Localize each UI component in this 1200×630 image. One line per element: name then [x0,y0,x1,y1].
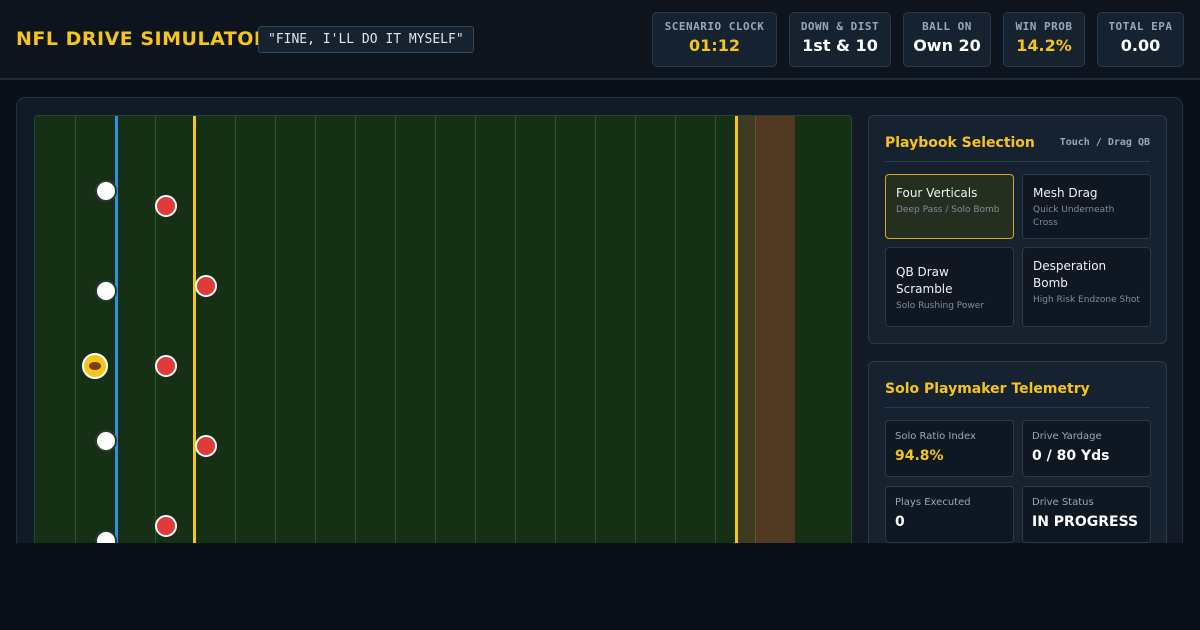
play-desperation-bomb[interactable]: Desperation Bomb High Risk Endzone Shot [1022,247,1151,327]
yard-line [435,116,436,554]
play-four-verticals[interactable]: Four Verticals Deep Pass / Solo Bomb [885,174,1014,239]
playbook-panel: Playbook Selection Touch / Drag QB Four … [868,115,1167,344]
play-description: Deep Pass / Solo Bomb [896,205,1000,215]
stat-down-distance: DOWN & DIST 1st & 10 [789,12,891,67]
offense-player [95,280,117,302]
playbook-header: Playbook Selection Touch / Drag QB [885,116,1150,162]
first-down-line [193,116,196,554]
goal-area [738,116,755,554]
end-zone [755,116,795,554]
metric-label: Drive Yardage [1032,431,1102,442]
metric-label: Drive Status [1032,497,1094,508]
defense-player [195,435,217,457]
yard-line [635,116,636,554]
stat-ball-on: BALL ON Own 20 [903,12,991,67]
metric-plays-executed: Plays Executed 0 [885,486,1014,543]
stat-value: 01:12 [689,36,740,55]
stat-label: TOTAL EPA [1108,20,1173,33]
play-mesh-drag[interactable]: Mesh Drag Quick Underneath Cross [1022,174,1151,239]
offense-player [95,430,117,452]
metric-label: Solo Ratio Index [895,431,976,442]
yard-line [155,116,156,554]
telemetry-header: Solo Playmaker Telemetry [885,362,1150,408]
yard-line [315,116,316,554]
yard-line [515,116,516,554]
yard-line [715,116,716,554]
stat-value: 0.00 [1120,36,1161,55]
play-description: High Risk Endzone Shot [1033,295,1140,305]
defense-player [155,355,177,377]
yard-line [675,116,676,554]
yard-line [75,116,76,554]
defense-player [155,195,177,217]
app-title: NFL DRIVE SIMULATOR [16,28,270,50]
stat-label: WIN PROB [1015,20,1073,33]
line-of-scrimmage [115,116,118,554]
quarterback-token[interactable] [82,353,108,379]
yard-line [355,116,356,554]
play-description: Quick Underneath Cross [1033,205,1115,228]
play-name: QB Draw Scramble [896,265,953,296]
stat-win-prob: WIN PROB 14.2% [1003,12,1085,67]
stat-value: 14.2% [1016,36,1072,55]
yard-line [555,116,556,554]
stat-label: BALL ON [922,20,972,33]
metric-value: IN PROGRESS [1032,514,1139,530]
yard-line [595,116,596,554]
stat-scenario-clock: SCENARIO CLOCK 01:12 [652,12,777,67]
stat-total-epa: TOTAL EPA 0.00 [1097,12,1184,67]
playbook-title: Playbook Selection [885,135,1035,151]
top-bar: NFL DRIVE SIMULATOR "FINE, I'LL DO IT MY… [0,0,1200,80]
main-container: Playbook Selection Touch / Drag QB Four … [16,97,1183,561]
goal-line [735,116,738,554]
metric-solo-ratio: Solo Ratio Index 94.8% [885,420,1014,477]
playbook-hint: Touch / Drag QB [1059,137,1150,148]
football-field[interactable] [34,115,852,555]
tagline-badge: "FINE, I'LL DO IT MYSELF" [258,26,474,53]
offense-player [95,180,117,202]
yard-line [395,116,396,554]
play-qb-draw-scramble[interactable]: QB Draw Scramble Solo Rushing Power [885,247,1014,327]
play-name: Mesh Drag [1033,186,1098,200]
stat-label: DOWN & DIST [800,20,880,33]
play-description: Solo Rushing Power [896,301,985,311]
yard-line [275,116,276,554]
defense-player [155,515,177,537]
telemetry-panel: Solo Playmaker Telemetry Solo Ratio Inde… [868,361,1167,561]
yard-line [235,116,236,554]
stat-label: SCENARIO CLOCK [664,20,765,33]
metric-drive-yardage: Drive Yardage 0 / 80 Yds [1022,420,1151,477]
metric-label: Plays Executed [895,497,971,508]
metric-drive-status: Drive Status IN PROGRESS [1022,486,1151,543]
metric-value: 0 [895,514,905,530]
defense-player [195,275,217,297]
metric-value: 94.8% [895,448,944,464]
play-name: Four Verticals [896,186,978,200]
metric-value: 0 / 80 Yds [1032,448,1110,464]
football-icon [89,362,101,370]
end-zone-line [755,116,756,554]
play-name: Desperation Bomb [1033,259,1107,290]
telemetry-title: Solo Playmaker Telemetry [885,381,1090,397]
stat-value: 1st & 10 [802,36,878,55]
stat-value: Own 20 [913,36,981,55]
page-footer-area [0,543,1200,630]
yard-line [475,116,476,554]
